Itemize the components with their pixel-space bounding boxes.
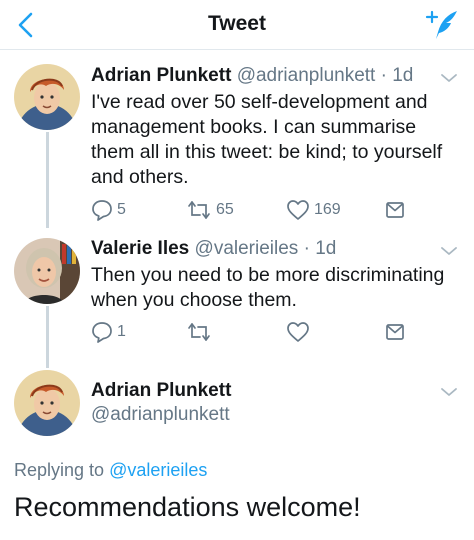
- thread-line: [46, 306, 49, 368]
- like-count: 169: [314, 201, 341, 218]
- focused-tweet-text: Recommendations welcome!: [14, 492, 361, 522]
- page-title: Tweet: [208, 12, 266, 35]
- like-icon: [287, 322, 309, 342]
- avatar-image: [14, 370, 80, 436]
- caret-down-icon[interactable]: [440, 386, 458, 398]
- tweet-header: Adrian Plunkett @adrianplunkett · 1d: [91, 65, 413, 87]
- like-button[interactable]: [286, 320, 310, 344]
- tweet-text-line: when you choose them.: [91, 289, 297, 311]
- nav-bar: Tweet: [0, 0, 474, 50]
- like-icon: [287, 200, 309, 220]
- retweet-button[interactable]: [186, 320, 212, 344]
- tweet-text: Then you need to be more discriminating …: [91, 263, 461, 313]
- timestamp: · 1d: [303, 238, 337, 259]
- retweet-count: 65: [216, 201, 234, 218]
- avatar[interactable]: [14, 238, 80, 304]
- compose-button[interactable]: [424, 8, 460, 42]
- compose-icon: [425, 10, 457, 39]
- tweet-text-line: I've read over 50 self-development and: [91, 91, 428, 113]
- share-button[interactable]: [385, 198, 405, 222]
- like-button[interactable]: 169: [286, 198, 341, 222]
- retweet-icon: [188, 201, 210, 219]
- thread-line: [46, 132, 49, 228]
- share-button[interactable]: [385, 320, 405, 344]
- reply-button[interactable]: 5: [91, 198, 126, 222]
- avatar[interactable]: [14, 370, 80, 436]
- replying-prefix: Replying to: [14, 460, 105, 480]
- share-icon: [386, 202, 404, 218]
- focused-author-name[interactable]: Adrian Plunkett: [91, 380, 231, 402]
- tweet-text-line: Then you need to be more discriminating: [91, 264, 445, 286]
- author-handle[interactable]: @adrianplunkett: [237, 65, 376, 86]
- reply-button[interactable]: 1: [91, 320, 126, 344]
- tweet-text-line: and others.: [91, 166, 189, 188]
- caret-down-icon[interactable]: [440, 72, 458, 84]
- reply-icon: [92, 200, 112, 221]
- share-icon: [386, 324, 404, 340]
- tweet-text: I've read over 50 self-development and m…: [91, 90, 461, 190]
- avatar-image: [14, 64, 80, 130]
- reply-count: 5: [117, 201, 126, 218]
- tweet-text-line: management books. I can summarise: [91, 116, 417, 138]
- author-name[interactable]: Adrian Plunkett: [91, 65, 231, 86]
- author-handle[interactable]: @valerieiles: [195, 238, 299, 259]
- tweet-actions: 1: [91, 320, 421, 344]
- tweet-text-line: them all in this tweet: be kind; to your…: [91, 141, 443, 163]
- caret-down-icon[interactable]: [440, 245, 458, 257]
- replying-to: Replying to @valerieiles: [14, 460, 207, 481]
- reply-icon: [92, 322, 112, 343]
- focused-author-handle[interactable]: @adrianplunkett: [91, 404, 230, 426]
- tweet-header: Valerie Iles @valerieiles · 1d: [91, 238, 336, 260]
- replying-mention-link[interactable]: @valerieiles: [109, 460, 207, 480]
- avatar-image: [14, 238, 80, 304]
- retweet-icon: [188, 323, 210, 341]
- avatar[interactable]: [14, 64, 80, 130]
- retweet-button[interactable]: 65: [186, 198, 234, 222]
- tweet-actions: 5 65 169: [91, 198, 421, 222]
- author-name[interactable]: Valerie Iles: [91, 238, 189, 259]
- reply-count: 1: [117, 323, 126, 340]
- timestamp: · 1d: [380, 65, 414, 86]
